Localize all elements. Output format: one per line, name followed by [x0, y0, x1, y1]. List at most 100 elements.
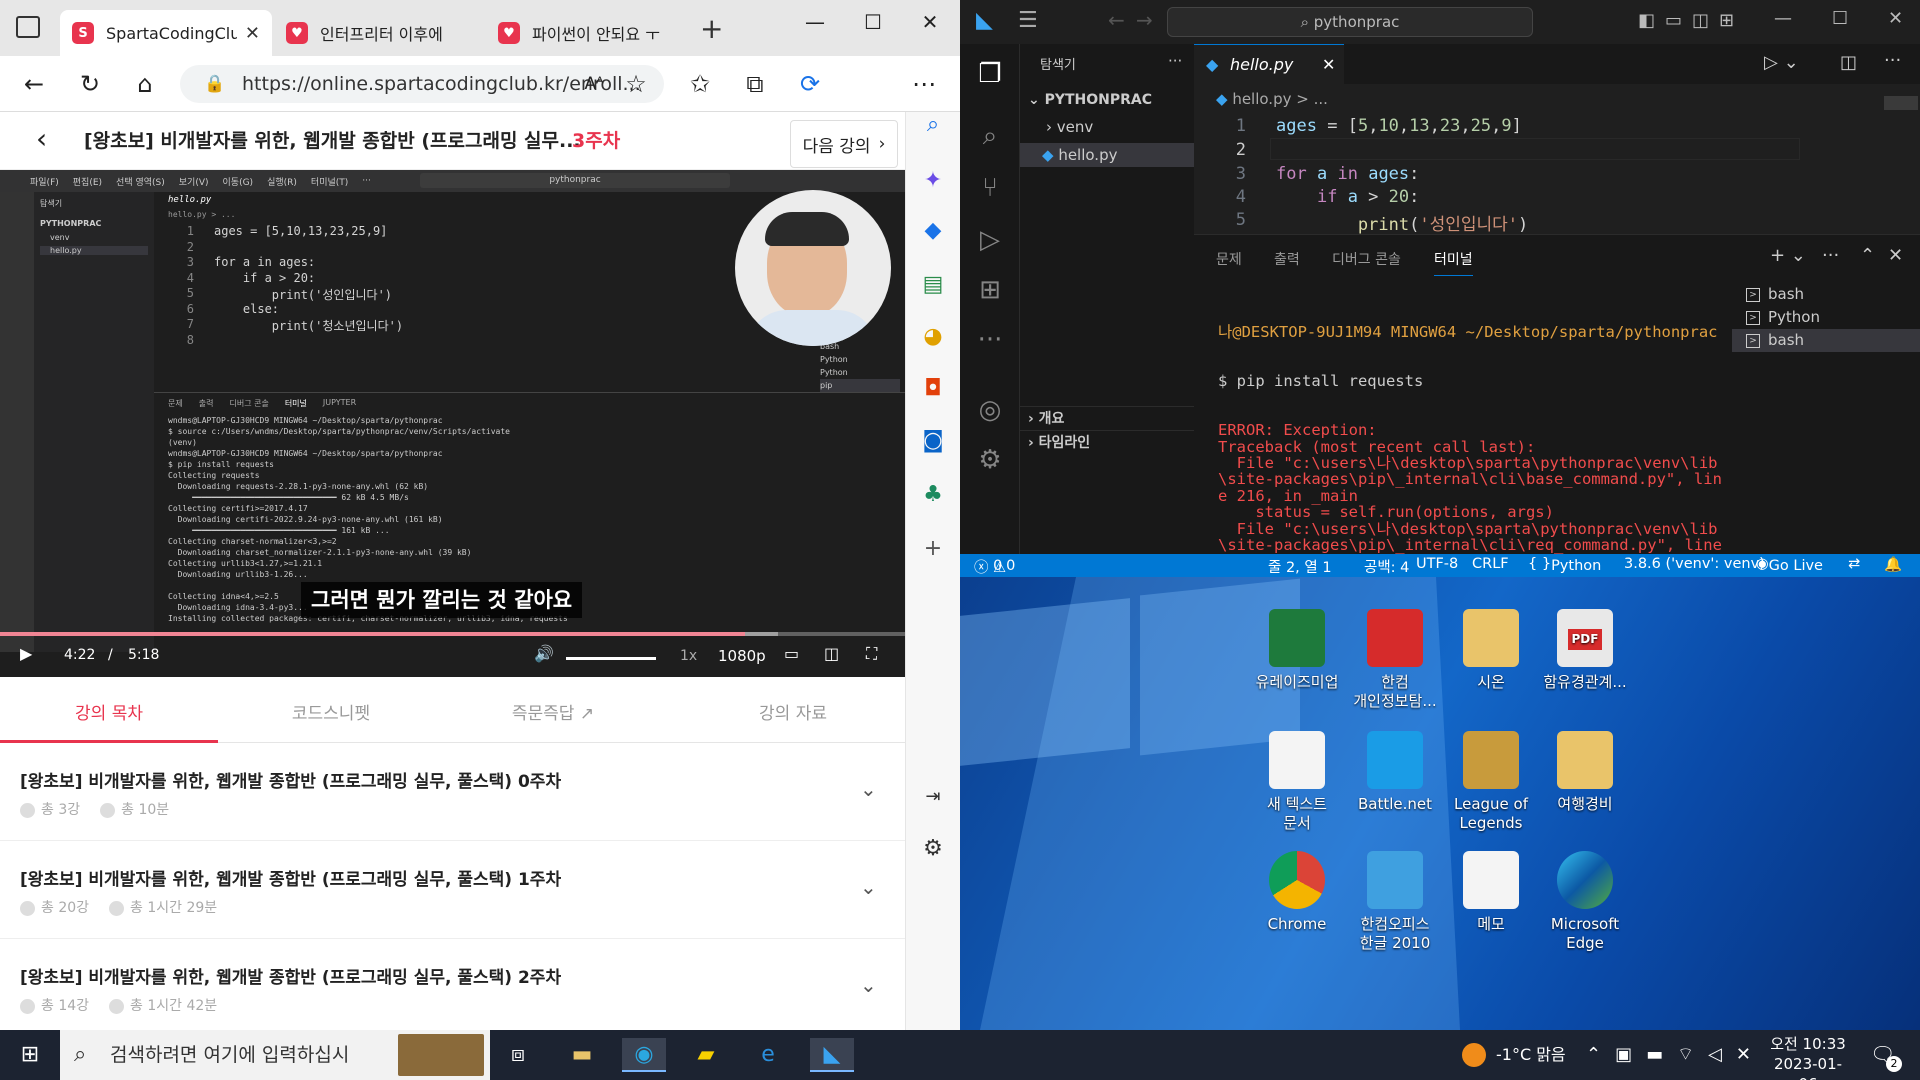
chevron-down-icon[interactable]: ⌄	[860, 777, 877, 801]
tools-icon[interactable]: ▤	[920, 272, 946, 298]
problems-status[interactable]: ⓧ 0 ⚠ 0	[974, 556, 1015, 577]
new-tab-button[interactable]: +	[700, 12, 723, 45]
games-icon[interactable]: ◕	[920, 324, 946, 350]
search-icon[interactable]: ⌕	[920, 112, 946, 138]
terminal-item-python[interactable]: > Python	[1732, 306, 1920, 329]
outline-section[interactable]: › 개요	[1020, 406, 1194, 430]
go-live[interactable]: ◉ Go Live	[1756, 556, 1823, 574]
minimap[interactable]	[1884, 96, 1918, 110]
outlook-icon[interactable]: ◙	[920, 428, 946, 454]
explorer-icon[interactable]: ❐	[974, 58, 1006, 90]
command-search[interactable]: ⌕ pythonprac	[1167, 7, 1533, 37]
next-lecture-button[interactable]: 다음 강의 ›	[790, 120, 898, 168]
layout-icons[interactable]: ◧▭◫⊞	[1638, 10, 1744, 31]
add-icon[interactable]: +	[920, 536, 946, 562]
account-icon[interactable]: ◎	[974, 394, 1006, 426]
run-file-icon[interactable]: ▷ ⌄	[1764, 52, 1799, 73]
add-favorite-icon[interactable]: ☆	[618, 68, 654, 100]
desktop-icon[interactable]: Microsoft Edge	[1538, 851, 1632, 953]
timeline-section[interactable]: › 타임라인	[1020, 430, 1194, 454]
windows-start-icon[interactable]: ⊞	[8, 1038, 52, 1072]
notifications-bell-icon[interactable]: 🔔	[1884, 556, 1902, 573]
minimize-icon[interactable]: —	[1774, 8, 1792, 29]
week-item-2[interactable]: [왕초보] 비개발자를 위한, 웹개발 종합반 (프로그래밍 실무, 풀스택) …	[0, 939, 905, 1030]
video-progress-bar[interactable]	[0, 632, 905, 636]
taskbar-search-box[interactable]: ⌕ 검색하려면 여기에 입력하십시	[60, 1030, 490, 1080]
manage-gear-icon[interactable]: ⚙	[974, 444, 1006, 476]
panel-more-icon[interactable]: ···	[1822, 245, 1839, 266]
edge-taskbar-icon[interactable]: ◉	[622, 1038, 666, 1072]
sticky-notes-icon[interactable]: ▰	[684, 1038, 728, 1072]
more-options-icon[interactable]: ⋯	[906, 68, 942, 100]
line-ending[interactable]: CRLF	[1472, 556, 1509, 572]
quality-button[interactable]: 1080p	[718, 647, 766, 665]
tray-icons[interactable]: ⌃▣▬⌔◁✕	[1586, 1030, 1765, 1080]
desktop-icon[interactable]: Chrome	[1250, 851, 1344, 934]
run-debug-icon[interactable]: ▷	[974, 224, 1006, 256]
nav-forward-icon[interactable]: →	[1136, 8, 1153, 32]
file-explorer-icon[interactable]: ▬	[560, 1038, 604, 1072]
internet-explorer-icon[interactable]: e	[746, 1038, 790, 1072]
close-icon[interactable]: ✕	[1888, 8, 1903, 29]
maximize-icon[interactable]: ☐	[1832, 8, 1848, 29]
cursor-position[interactable]: 줄 2, 열 1	[1268, 556, 1332, 577]
chevron-down-icon[interactable]: ⌄	[860, 973, 877, 997]
volume-icon[interactable]: 🔊	[534, 644, 554, 663]
tab-interpreter[interactable]: ♥ 인터프리터 이후에	[274, 10, 484, 56]
python-interpreter[interactable]: 3.8.6 ('venv': venv)	[1624, 556, 1765, 572]
more-actions-icon[interactable]: ···	[1884, 50, 1901, 71]
subtitles-icon[interactable]: ▭	[784, 644, 799, 663]
week-item-0[interactable]: [왕초보] 비개발자를 위한, 웹개발 종합반 (프로그래밍 실무, 풀스택) …	[0, 743, 905, 841]
read-aloud-icon[interactable]: Aᴬ	[576, 68, 612, 100]
home-icon[interactable]: ⌂	[127, 68, 163, 100]
search-icon[interactable]: ⌕	[974, 120, 1006, 152]
hello-py-file[interactable]: ◆ hello.py	[1020, 143, 1194, 167]
close-tab-icon[interactable]: ✕	[245, 23, 260, 44]
terminal-item-bash[interactable]: > bash	[1732, 283, 1920, 306]
vscode-taskbar-icon[interactable]: ◣	[810, 1038, 854, 1072]
shopping-tag-icon[interactable]: ◆	[920, 218, 946, 244]
tab-sparta[interactable]: S SpartaCodingClub ✕	[60, 10, 272, 56]
tab-debug-console[interactable]: 디버그 콘솔	[1332, 249, 1401, 269]
encoding[interactable]: UTF-8	[1416, 556, 1458, 572]
week-item-1[interactable]: [왕초보] 비개발자를 위한, 웹개발 종합반 (프로그래밍 실무, 풀스택) …	[0, 841, 905, 939]
weather-sun-icon[interactable]	[1462, 1043, 1486, 1067]
project-folder[interactable]: ⌄ PYTHONPRAC	[1028, 92, 1152, 108]
maximize-icon[interactable]: ☐	[853, 10, 893, 34]
tab-terminal[interactable]: 터미널	[1434, 249, 1473, 276]
refresh-icon[interactable]: ↻	[72, 68, 108, 100]
desktop-icon[interactable]: League of Legends	[1444, 731, 1538, 833]
tab-actions-icon[interactable]	[16, 16, 40, 38]
extensions-icon[interactable]: ⊞	[974, 274, 1006, 306]
close-tab-icon[interactable]: ✕	[1322, 45, 1335, 85]
code-editor[interactable]: ◆ hello.py ✕ ▷ ⌄ ◫ ··· ◆ hello.py > ... …	[1194, 44, 1920, 235]
pip-icon[interactable]: ◫	[824, 644, 839, 663]
lecture-video-player[interactable]: 파일(F) 편집(E) 선택 영역(S) 보기(V) 이동(G) 실행(R) 터…	[0, 170, 905, 677]
desktop-icon[interactable]: 여행경비	[1538, 731, 1632, 814]
tab-qna[interactable]: 즉문즉답 ↗	[444, 699, 662, 724]
copilot-icon[interactable]: ✦	[920, 168, 946, 194]
favorites-icon[interactable]: ✩	[682, 68, 718, 100]
browser-essentials-icon[interactable]: ⟳	[792, 68, 828, 100]
split-editor-icon[interactable]: ◫	[1840, 52, 1857, 73]
tab-python[interactable]: ♥ 파이썬이 안되요 ㅜ	[486, 10, 696, 56]
close-window-icon[interactable]: ✕	[910, 10, 950, 34]
desktop-icon[interactable]: 메모	[1444, 851, 1538, 934]
chevron-down-icon[interactable]: ⌄	[860, 875, 877, 899]
desktop-icon[interactable]: 한컴오피스 한글 2010	[1348, 851, 1442, 953]
accounts-icon[interactable]: ⇄	[1848, 556, 1860, 572]
minimize-icon[interactable]: —	[795, 10, 835, 34]
desktop-icon[interactable]: 한컴 개인정보탐...	[1348, 609, 1442, 711]
venv-folder[interactable]: › venv	[1046, 118, 1093, 136]
nav-back-icon[interactable]: ←	[1108, 8, 1125, 32]
desktop-icon[interactable]: PDF 함유경관계...	[1538, 609, 1632, 692]
explorer-more-icon[interactable]: ···	[1168, 52, 1182, 70]
weather-text[interactable]: -1°C 맑음	[1496, 1030, 1566, 1080]
terminal-item-bash-active[interactable]: > bash	[1732, 329, 1920, 352]
source-control-icon[interactable]: ⑂	[974, 172, 1006, 204]
terminal-output[interactable]: 나@DESKTOP-9UJ1M94 MINGW64 ~/Desktop/spar…	[1218, 291, 1748, 577]
new-terminal-icon[interactable]: + ⌄	[1770, 245, 1806, 266]
play-icon[interactable]: ▶	[20, 644, 32, 663]
office-icon[interactable]: ◘	[920, 376, 946, 402]
tree-icon[interactable]: ♣	[920, 482, 946, 508]
